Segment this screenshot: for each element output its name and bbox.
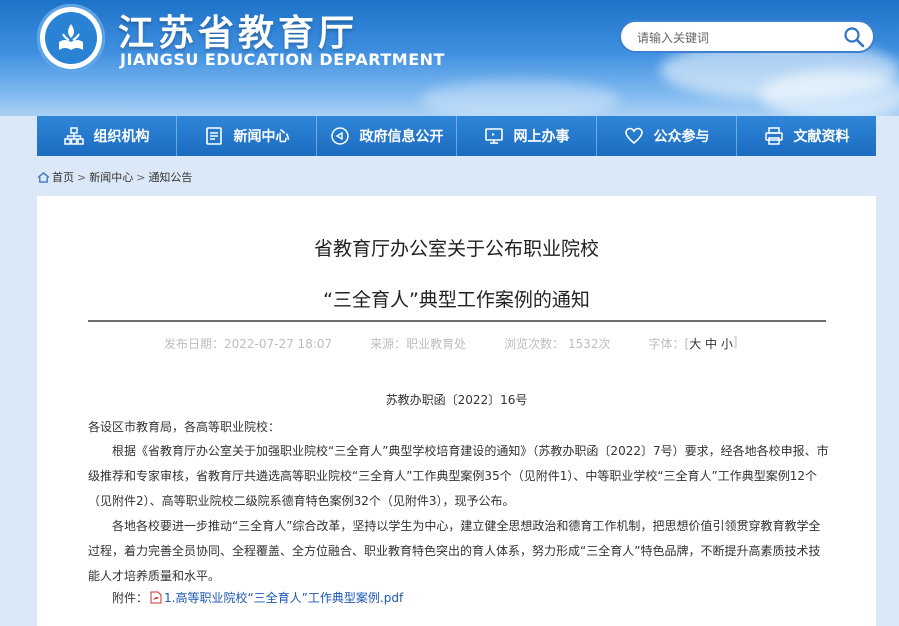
cloud-decoration (760, 70, 899, 116)
article-title-line2: “三全育人”典型工作案例的通知 (323, 289, 590, 311)
pdf-icon (150, 591, 162, 604)
breadcrumb-separator: > (77, 170, 87, 184)
search-icon (844, 27, 865, 48)
home-icon (37, 171, 50, 183)
font-size-large[interactable]: 大 (689, 337, 701, 351)
article-title-line1: 省教育厅办公室关于公布职业院校 (313, 238, 599, 260)
greeting: 各设区市教育局，各高等职业院校： (88, 420, 281, 434)
attachment-link[interactable]: 1.高等职业院校“三全育人”工作典型案例.pdf (164, 589, 403, 606)
paragraph-2: 各地各校要进一步推动“三全育人”综合改革，坚持以学生为中心，建立健全思想政治和德… (88, 519, 821, 583)
breadcrumb: 首页 > 新闻中心 > 通知公告 (37, 169, 192, 185)
breadcrumb-home[interactable]: 首页 (52, 169, 74, 185)
search-button[interactable] (843, 26, 865, 48)
nav-label: 组织机构 (93, 129, 150, 145)
logo-emblem (45, 12, 97, 64)
nav-item-gov-info[interactable]: 政府信息公开 (317, 116, 457, 156)
font-size-small[interactable]: 小 (721, 337, 733, 351)
font-size-bracket-end: ] (732, 335, 738, 349)
site-logo[interactable] (37, 4, 105, 72)
breadcrumb-news[interactable]: 新闻中心 (89, 169, 133, 185)
article-panel: 省教育厅办公室关于公布职业院校 “三全育人”典型工作案例的通知 发布日期：202… (37, 196, 876, 626)
nav-item-literature[interactable]: 文献资料 (737, 116, 876, 156)
nav-label: 文献资料 (793, 129, 850, 145)
org-chart-icon (63, 127, 84, 145)
document-number: 苏教办职函〔2022〕16号 (385, 393, 528, 407)
document-icon (205, 127, 222, 145)
nav-item-public-participation[interactable]: 公众参与 (597, 116, 737, 156)
header-banner: 江苏省教育厅 JIANGSU EDUCATION DEPARTMENT (0, 0, 899, 116)
cloud-decoration (420, 80, 620, 116)
attachment-label: 附件： (112, 591, 149, 605)
breadcrumb-notices[interactable]: 通知公告 (148, 169, 192, 185)
article-source: 来源：职业教育处 (370, 337, 467, 351)
search-input[interactable] (635, 28, 839, 48)
breadcrumb-separator: > (136, 170, 146, 184)
main-nav: 组织机构 新闻中心 政府信息公开 网上办事 公众参与 文献资料 (37, 116, 876, 156)
publish-date: 发布日期：2022-07-27 18:07 (164, 337, 333, 351)
nav-label: 政府信息公开 (359, 129, 444, 145)
nav-item-online-service[interactable]: 网上办事 (457, 116, 597, 156)
title-divider (88, 320, 826, 322)
font-size-controls: 大 中 小 (689, 335, 733, 352)
heart-icon (624, 127, 643, 145)
nav-item-news[interactable]: 新闻中心 (177, 116, 317, 156)
font-size-label: 字体：[ (648, 337, 690, 351)
view-count: 浏览次数： 1532次 (504, 337, 611, 351)
site-title: 江苏省教育厅 (118, 13, 359, 54)
megaphone-icon (330, 127, 349, 145)
attachment-row: 附件： 1.高等职业院校“三全育人”工作典型案例.pdf (112, 589, 403, 606)
font-size-medium[interactable]: 中 (705, 337, 717, 351)
search-box (619, 20, 875, 53)
book-flame-icon (59, 24, 83, 50)
nav-label: 公众参与 (653, 129, 710, 145)
printer-icon (764, 127, 783, 145)
paragraph-1: 根据《省教育厅办公室关于加强职业院校“三全育人”典型学校培育建设的通知》（苏教办… (88, 444, 829, 508)
nav-label: 网上办事 (513, 129, 570, 145)
article-meta: 发布日期：2022-07-27 18:07 来源：职业教育处 浏览次数： 153… (164, 335, 738, 352)
nav-item-organization[interactable]: 组织机构 (37, 116, 177, 156)
nav-label: 新闻中心 (233, 129, 290, 145)
site-subtitle: JIANGSU EDUCATION DEPARTMENT (120, 50, 445, 69)
monitor-icon (484, 128, 503, 144)
